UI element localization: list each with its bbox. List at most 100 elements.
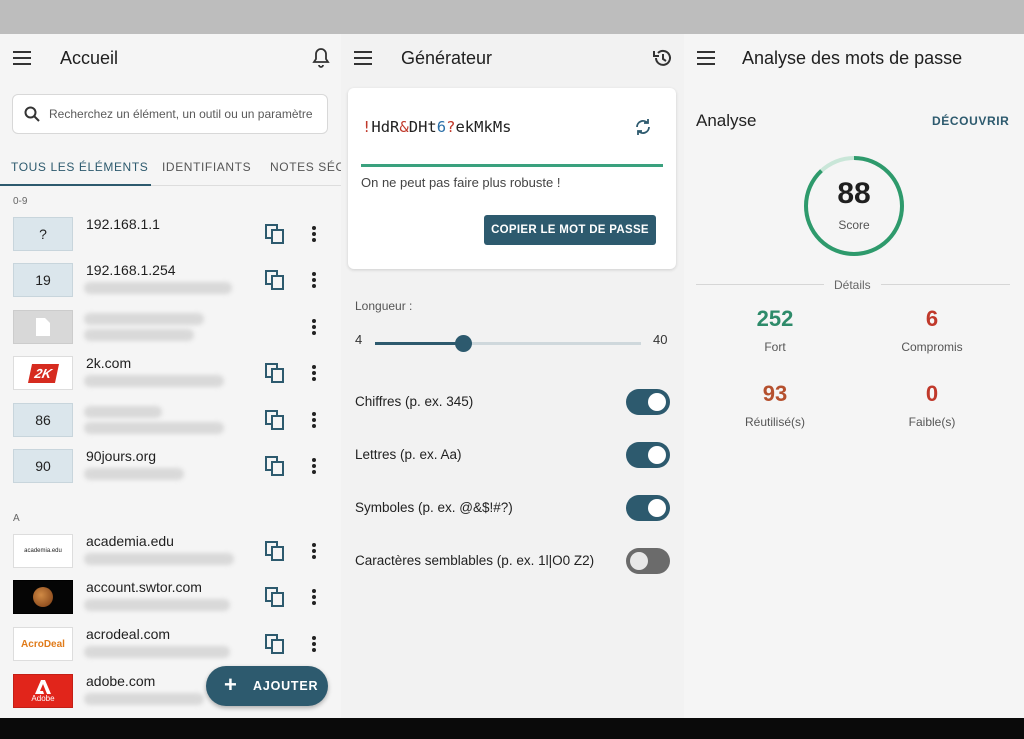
stat-strong[interactable]: 252 Fort bbox=[710, 306, 840, 354]
blurred-username bbox=[84, 553, 234, 565]
digits-toggle[interactable] bbox=[626, 389, 670, 415]
stat-weak[interactable]: 0 Faible(s) bbox=[867, 381, 997, 429]
blurred-username bbox=[84, 375, 224, 387]
tab-secure-notes[interactable]: NOTES SÉCU bbox=[270, 160, 341, 174]
list-item[interactable]: 2K 2k.com bbox=[0, 353, 341, 397]
section-header: 0-9 bbox=[13, 196, 28, 207]
stat-label: Faible(s) bbox=[908, 415, 956, 429]
list-item[interactable]: 19 192.168.1.254 bbox=[0, 260, 341, 304]
copy-icon[interactable] bbox=[264, 586, 286, 608]
score-value: 88 bbox=[837, 177, 871, 210]
stat-reused[interactable]: 93 Réutilisé(s) bbox=[710, 381, 840, 429]
menu-icon[interactable] bbox=[354, 49, 374, 67]
menu-icon[interactable] bbox=[697, 49, 717, 67]
blurred-username bbox=[84, 599, 230, 611]
copy-icon[interactable] bbox=[264, 540, 286, 562]
search-icon bbox=[24, 106, 40, 122]
planet-logo bbox=[33, 587, 53, 607]
strength-bar bbox=[361, 164, 663, 167]
symbols-toggle[interactable] bbox=[626, 495, 670, 521]
more-options-icon[interactable] bbox=[306, 317, 322, 337]
copy-icon[interactable] bbox=[264, 362, 286, 384]
generated-password: !HdR&DHt6?ekMkMs bbox=[362, 118, 512, 136]
list-item[interactable]: ? 192.168.1.1 bbox=[0, 214, 341, 258]
item-thumbnail: 2K bbox=[13, 356, 73, 390]
status-bar bbox=[0, 0, 1024, 34]
strength-text: On ne peut pas faire plus robuste ! bbox=[361, 175, 561, 190]
search-field[interactable] bbox=[49, 104, 319, 124]
stat-label: Réutilisé(s) bbox=[744, 415, 805, 429]
tab-credentials[interactable]: IDENTIFIANTS bbox=[162, 160, 251, 174]
option-label: Lettres (p. ex. Aa) bbox=[355, 447, 462, 462]
more-options-icon[interactable] bbox=[306, 224, 322, 244]
more-options-icon[interactable] bbox=[306, 634, 322, 654]
option-label: Caractères semblables (p. ex. 1l|O0 Z2) bbox=[355, 553, 595, 568]
list-item[interactable]: AcroDeal acrodeal.com bbox=[0, 624, 341, 668]
list-item[interactable]: academia.edu academia.edu bbox=[0, 531, 341, 575]
password-card: !HdR&DHt6?ekMkMs On ne peut pas faire pl… bbox=[348, 88, 676, 269]
copy-icon[interactable] bbox=[264, 409, 286, 431]
list-item[interactable]: 90 90jours.org bbox=[0, 446, 341, 490]
length-slider-thumb[interactable] bbox=[455, 335, 473, 352]
tab-all-items[interactable]: TOUS LES ÉLÉMENTS bbox=[11, 160, 148, 174]
refresh-icon[interactable] bbox=[633, 117, 653, 137]
list-item[interactable] bbox=[0, 307, 341, 351]
item-thumbnail: ? bbox=[13, 217, 73, 251]
more-options-icon[interactable] bbox=[306, 587, 322, 607]
copy-icon[interactable] bbox=[264, 223, 286, 245]
stat-value: 6 bbox=[925, 306, 939, 331]
details-label: Détails bbox=[824, 278, 881, 292]
item-name: adobe.com bbox=[86, 673, 156, 689]
stat-value: 252 bbox=[756, 306, 794, 331]
plus-icon: + bbox=[224, 672, 237, 697]
option-similar-chars: Caractères semblables (p. ex. 1l|O0 Z2) bbox=[341, 546, 684, 576]
item-name: account.swtor.com bbox=[86, 579, 202, 595]
toggle-knob bbox=[648, 446, 666, 464]
add-button[interactable]: + AJOUTER bbox=[206, 666, 328, 706]
more-options-icon[interactable] bbox=[306, 410, 322, 430]
analysis-appbar: Analyse des mots de passe bbox=[684, 34, 1024, 82]
item-thumbnail: academia.edu bbox=[13, 534, 73, 568]
blurred-username bbox=[84, 329, 194, 341]
bell-icon[interactable] bbox=[309, 46, 333, 70]
toggle-knob bbox=[630, 552, 648, 570]
list-item[interactable]: account.swtor.com bbox=[0, 577, 341, 621]
more-options-icon[interactable] bbox=[306, 270, 322, 290]
add-button-label: AJOUTER bbox=[253, 679, 319, 693]
option-digits: Chiffres (p. ex. 345) bbox=[341, 387, 684, 417]
more-options-icon[interactable] bbox=[306, 541, 322, 561]
blurred-name bbox=[84, 406, 162, 418]
adobe-logo-icon bbox=[35, 679, 51, 694]
home-appbar: Accueil bbox=[0, 34, 341, 82]
generator-appbar: Générateur bbox=[341, 34, 684, 82]
item-thumbnail: Adobe bbox=[13, 674, 73, 708]
stat-label: Fort bbox=[764, 340, 786, 354]
more-options-icon[interactable] bbox=[306, 363, 322, 383]
discover-link[interactable]: DÉCOUVRIR bbox=[932, 114, 1009, 128]
more-options-icon[interactable] bbox=[306, 456, 322, 476]
copy-icon[interactable] bbox=[264, 455, 286, 477]
blurred-username bbox=[84, 646, 230, 658]
copy-password-button[interactable]: COPIER LE MOT DE PASSE bbox=[484, 215, 656, 245]
copy-icon[interactable] bbox=[264, 269, 286, 291]
item-thumbnail bbox=[13, 310, 73, 344]
item-thumbnail: 86 bbox=[13, 403, 73, 437]
page-title: Analyse des mots de passe bbox=[742, 48, 963, 68]
stat-label: Compromis bbox=[901, 340, 963, 354]
search-input[interactable] bbox=[12, 94, 328, 134]
home-pane: Accueil TOUS LES ÉLÉMENTS IDENTIFIANTS N… bbox=[0, 34, 341, 718]
blurred-username bbox=[84, 468, 184, 480]
history-icon[interactable] bbox=[651, 46, 675, 70]
copy-icon[interactable] bbox=[264, 633, 286, 655]
item-name: 192.168.1.254 bbox=[86, 262, 176, 278]
item-name: academia.edu bbox=[86, 533, 174, 549]
generator-pane: Générateur !HdR&DHt6?ekMkMs On ne peut p… bbox=[341, 34, 684, 718]
letters-toggle[interactable] bbox=[626, 442, 670, 468]
similar-chars-toggle[interactable] bbox=[626, 548, 670, 574]
stat-compromised[interactable]: 6 Compromis bbox=[867, 306, 997, 354]
item-name: 192.168.1.1 bbox=[86, 216, 160, 232]
blurred-username bbox=[84, 282, 232, 294]
item-name: acrodeal.com bbox=[86, 626, 171, 642]
list-item[interactable]: 86 bbox=[0, 400, 341, 444]
menu-icon[interactable] bbox=[13, 49, 33, 67]
